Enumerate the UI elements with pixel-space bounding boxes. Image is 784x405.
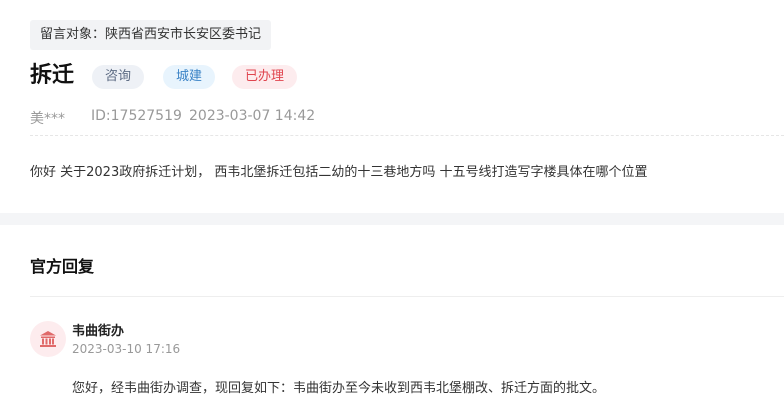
avatar [30, 321, 66, 357]
message-datetime: 2023-03-07 14:42 [189, 108, 316, 124]
message-id: ID:17527519 [91, 108, 182, 124]
tag-status-handled: 已办理 [232, 65, 298, 89]
message-author: 美*** [30, 111, 65, 127]
message-title: 拆迁 [30, 63, 75, 88]
message-card: 留言对象：陕西省西安市长安区委书记 拆迁 咨询 城建 已办理 美*** ID:1… [0, 0, 784, 213]
divider [30, 296, 784, 297]
message-content: 你好 关于2023政府拆迁计划， 西韦北堡拆迁包括二幼的十三巷地方吗 十五号线打… [30, 165, 648, 180]
reply-content: 您好，经韦曲街办调查，现回复如下：韦曲街办至今未收到西韦北堡棚改、拆迁方面的批文… [72, 381, 606, 396]
reply-datetime: 2023-03-10 17:16 [72, 342, 181, 356]
tag-city-construction[interactable]: 城建 [163, 65, 216, 89]
tag-consult[interactable]: 咨询 [92, 65, 145, 89]
replier-name: 韦曲街办 [72, 324, 125, 339]
government-building-icon [40, 331, 56, 347]
message-target: 留言对象：陕西省西安市长安区委书记 [30, 20, 272, 50]
reply-heading: 官方回复 [30, 257, 95, 276]
divider [30, 135, 784, 136]
